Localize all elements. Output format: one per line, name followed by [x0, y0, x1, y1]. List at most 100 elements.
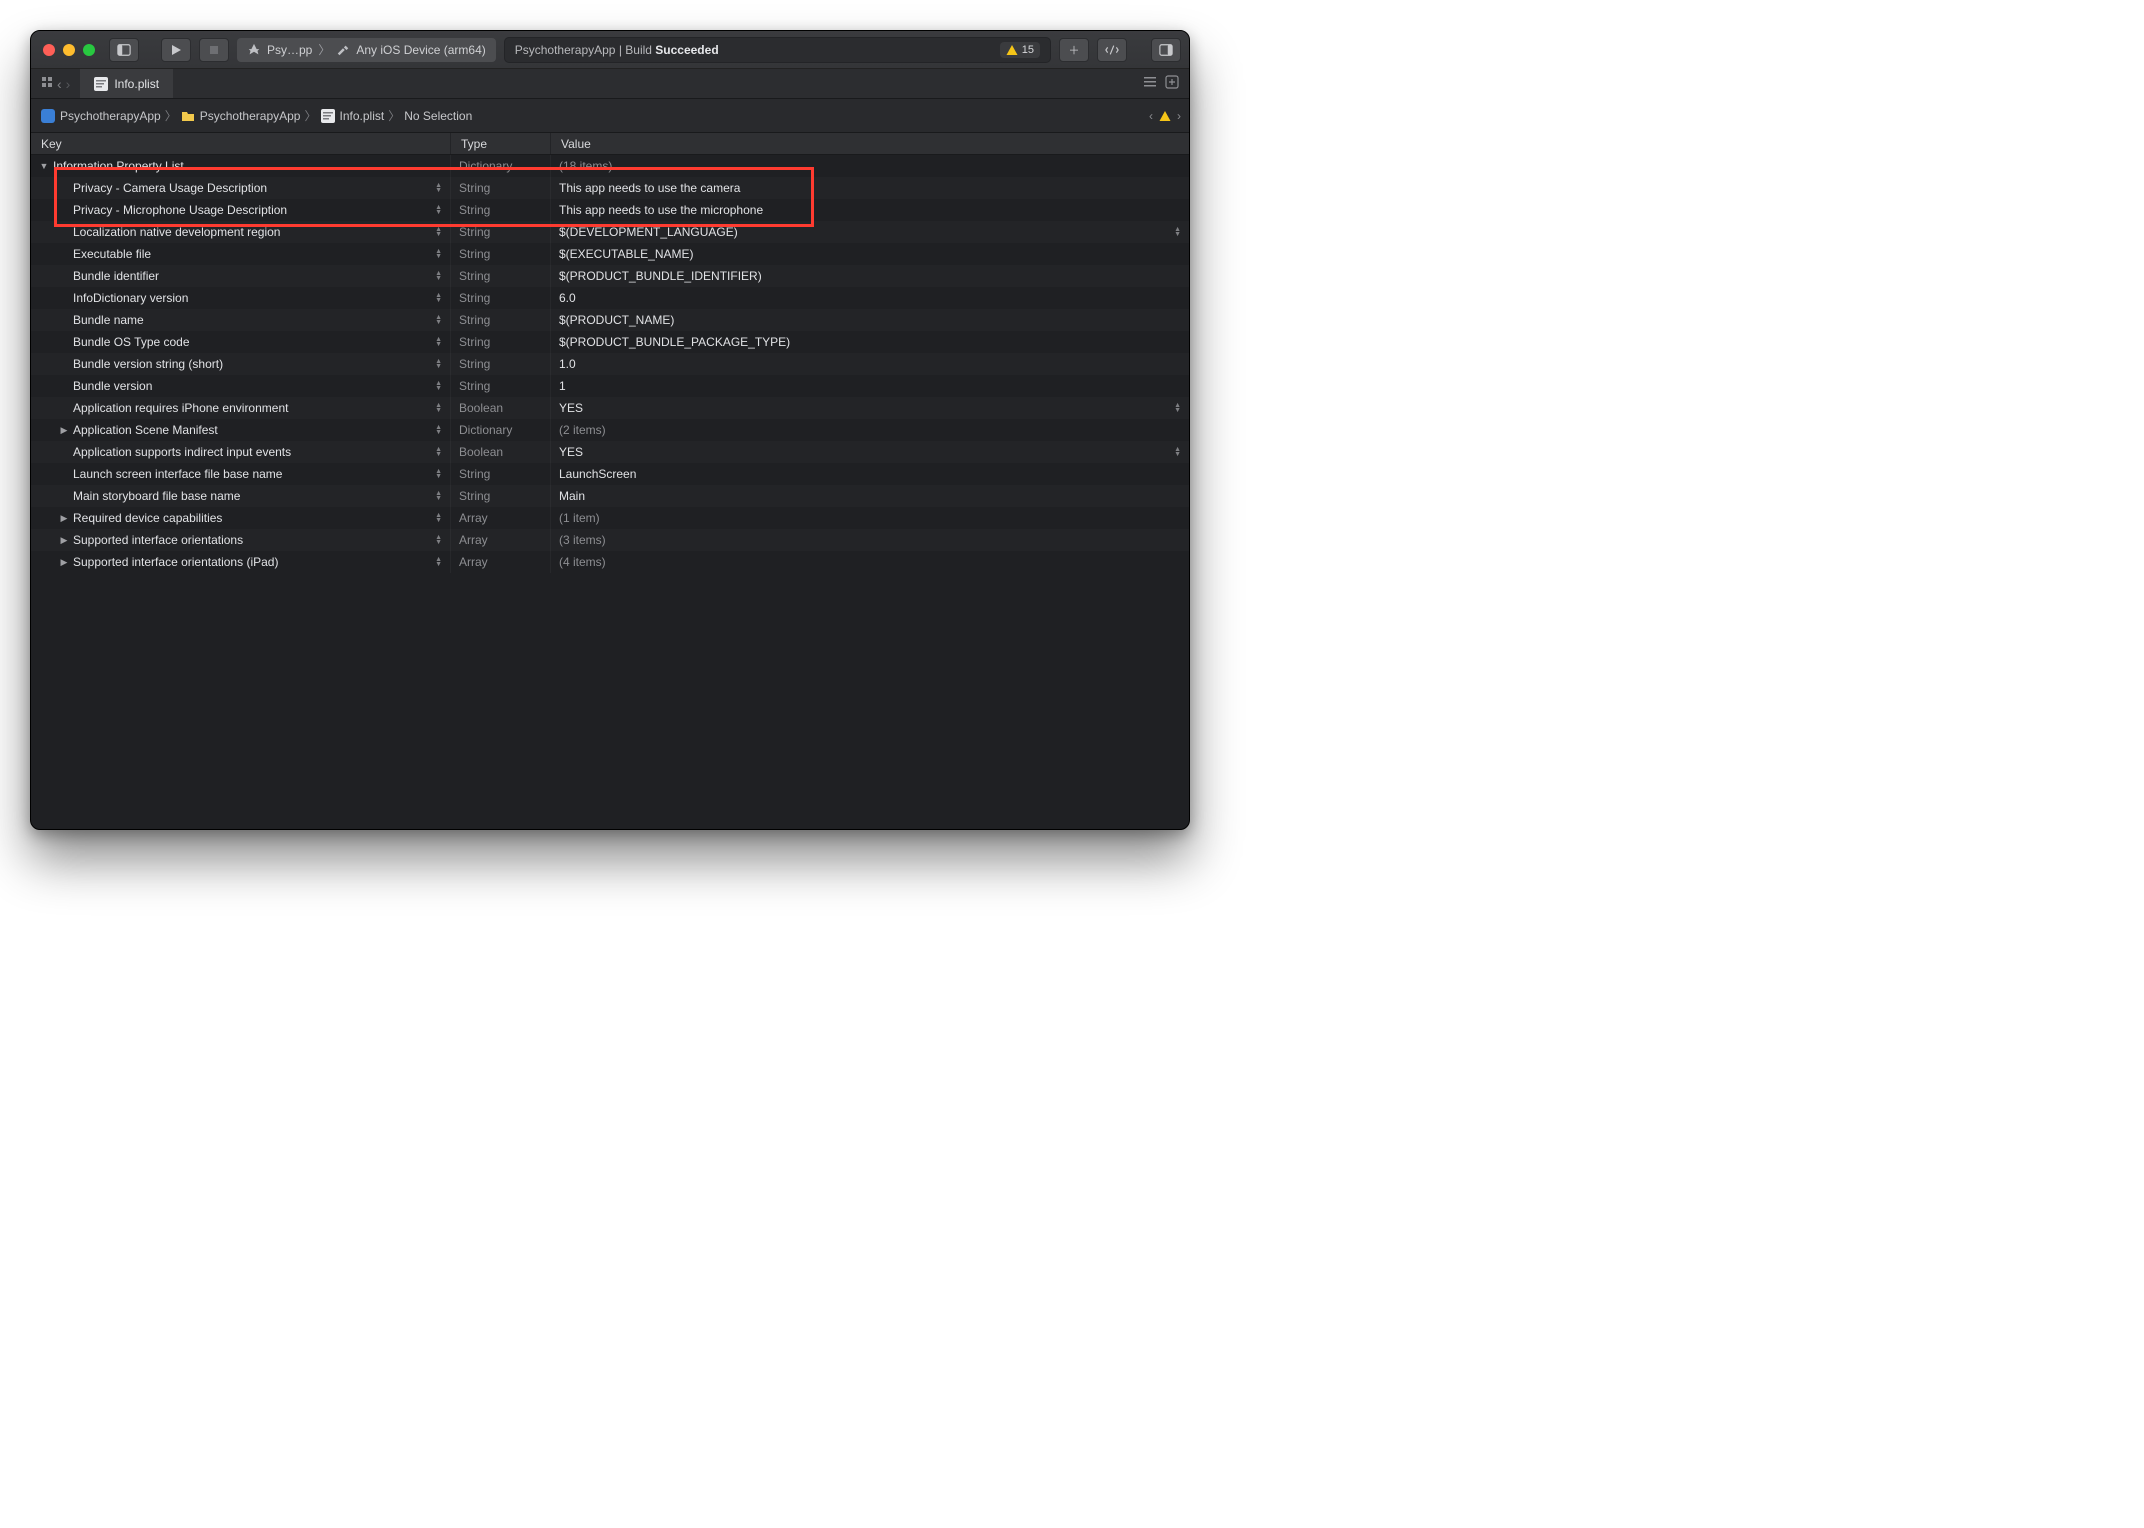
- plist-row[interactable]: Privacy - Camera Usage Description ▲▼ Stri…: [31, 177, 1189, 199]
- add-editor-button[interactable]: [1165, 75, 1179, 92]
- plist-row[interactable]: Bundle version string (short)▲▼String1.0: [31, 353, 1189, 375]
- plist-row[interactable]: Application supports indirect input even…: [31, 441, 1189, 463]
- minimize-window-button[interactable]: [63, 44, 75, 56]
- plist-row[interactable]: ▶ Supported interface orientations (iPad)…: [31, 551, 1189, 573]
- plist-row[interactable]: ▶Application Scene Manifest▲▼Dictionary(…: [31, 419, 1189, 441]
- plist-key[interactable]: Application requires iPhone environment: [73, 401, 288, 415]
- key-stepper[interactable]: ▲▼: [435, 491, 442, 501]
- plist-value[interactable]: $(DEVELOPMENT_LANGUAGE): [559, 225, 738, 239]
- key-stepper[interactable]: ▲▼: [435, 337, 442, 347]
- plist-type[interactable]: Array: [451, 529, 551, 551]
- plist-key[interactable]: Supported interface orientations (iPad): [73, 555, 278, 569]
- plist-value[interactable]: $(PRODUCT_BUNDLE_PACKAGE_TYPE): [559, 335, 790, 349]
- plist-type[interactable]: String: [451, 309, 551, 331]
- plist-type[interactable]: String: [451, 199, 551, 221]
- run-button[interactable]: [161, 38, 191, 62]
- key-stepper[interactable]: ▲▼: [435, 293, 442, 303]
- plist-row[interactable]: Executable file ▲▼ String $(EXECUTABLE_NAME…: [31, 243, 1189, 265]
- plist-key[interactable]: Localization native development region: [73, 225, 280, 239]
- plist-type[interactable]: String: [451, 265, 551, 287]
- plist-key[interactable]: Application Scene Manifest: [73, 423, 218, 437]
- editor-options-menu[interactable]: [1143, 75, 1157, 92]
- plist-row[interactable]: Application requires iPhone environment ▲…: [31, 397, 1189, 419]
- plist-value[interactable]: $(PRODUCT_NAME): [559, 313, 674, 327]
- disclosure-triangle[interactable]: ▶: [59, 557, 69, 568]
- plist-key[interactable]: Application supports indirect input even…: [73, 445, 291, 459]
- library-button[interactable]: ＋: [1059, 38, 1089, 62]
- plist-type[interactable]: String: [451, 485, 551, 507]
- scheme-selector[interactable]: Psy…pp 〉 Any iOS Device (arm64): [237, 38, 496, 62]
- key-stepper[interactable]: ▲▼: [435, 535, 442, 545]
- plist-value[interactable]: (3 items): [559, 533, 606, 547]
- value-stepper[interactable]: ▲▼: [1174, 403, 1181, 413]
- key-stepper[interactable]: ▲▼: [435, 183, 442, 193]
- stop-button[interactable]: [199, 38, 229, 62]
- plist-value[interactable]: 6.0: [559, 291, 576, 305]
- plist-type[interactable]: Array: [451, 551, 551, 573]
- zoom-window-button[interactable]: [83, 44, 95, 56]
- plist-type[interactable]: String: [451, 243, 551, 265]
- crumb-file[interactable]: Info.plist: [319, 109, 387, 123]
- plist-key[interactable]: Privacy - Camera Usage Description: [73, 181, 267, 195]
- code-review-button[interactable]: [1097, 38, 1127, 62]
- key-stepper[interactable]: ▲▼: [435, 359, 442, 369]
- plist-type[interactable]: String: [451, 177, 551, 199]
- plist-type[interactable]: String: [451, 221, 551, 243]
- key-stepper[interactable]: ▲▼: [435, 227, 442, 237]
- plist-value[interactable]: YES: [559, 401, 583, 415]
- plist-type[interactable]: String: [451, 331, 551, 353]
- plist-key[interactable]: InfoDictionary version: [73, 291, 188, 305]
- crumb-project[interactable]: PsychotherapyApp: [39, 109, 163, 123]
- key-stepper[interactable]: ▲▼: [435, 403, 442, 413]
- plist-type[interactable]: String: [451, 353, 551, 375]
- disclosure-triangle[interactable]: ▼: [39, 161, 49, 171]
- plist-row[interactable]: Bundle name▲▼String$(PRODUCT_NAME): [31, 309, 1189, 331]
- plist-row[interactable]: ▶ Supported interface orientations ▲▼ Array…: [31, 529, 1189, 551]
- disclosure-triangle[interactable]: ▶: [59, 425, 69, 436]
- key-stepper[interactable]: ▲▼: [435, 205, 442, 215]
- col-header-value[interactable]: Value: [551, 133, 1189, 154]
- plist-key[interactable]: Executable file: [73, 247, 151, 261]
- key-stepper[interactable]: ▲▼: [435, 249, 442, 259]
- plist-type[interactable]: Dictionary: [451, 419, 551, 441]
- plist-key[interactable]: Information Property List: [53, 159, 184, 173]
- key-stepper[interactable]: ▲▼: [435, 513, 442, 523]
- plist-value[interactable]: This app needs to use the camera: [559, 181, 740, 195]
- plist-key[interactable]: Bundle version: [73, 379, 152, 393]
- plist-value[interactable]: This app needs to use the microphone: [559, 203, 763, 217]
- warnings-chip[interactable]: 15: [1000, 42, 1040, 58]
- next-issue-button[interactable]: ›: [1177, 109, 1181, 123]
- plist-row[interactable]: Bundle OS Type code ▲▼ String $(PRODUCT_BUN…: [31, 331, 1189, 353]
- plist-row[interactable]: Privacy - Microphone Usage Description ▲▼…: [31, 199, 1189, 221]
- plist-type[interactable]: Boolean: [451, 441, 551, 463]
- key-stepper[interactable]: ▲▼: [435, 447, 442, 457]
- plist-row[interactable]: ▼Information Property ListDictionary(18 …: [31, 155, 1189, 177]
- toggle-left-panel-button[interactable]: [109, 38, 139, 62]
- plist-type[interactable]: String: [451, 375, 551, 397]
- plist-type[interactable]: String: [451, 287, 551, 309]
- plist-key[interactable]: Privacy - Microphone Usage Description: [73, 203, 287, 217]
- prev-issue-button[interactable]: ‹: [1149, 109, 1153, 123]
- plist-type[interactable]: Dictionary: [451, 155, 551, 177]
- plist-value[interactable]: Main: [559, 489, 585, 503]
- plist-value[interactable]: $(EXECUTABLE_NAME): [559, 247, 693, 261]
- plist-key[interactable]: Main storyboard file base name: [73, 489, 240, 503]
- plist-row[interactable]: Localization native development region ▲▼…: [31, 221, 1189, 243]
- plist-row[interactable]: Main storyboard file base name ▲▼ String Ma…: [31, 485, 1189, 507]
- tab-infoplist[interactable]: Info.plist: [80, 69, 173, 98]
- disclosure-triangle[interactable]: ▶: [59, 535, 69, 546]
- plist-row[interactable]: InfoDictionary version ▲▼ String 6.0: [31, 287, 1189, 309]
- col-header-key[interactable]: Key: [31, 133, 451, 154]
- plist-key[interactable]: Bundle version string (short): [73, 357, 223, 371]
- plist-key[interactable]: Launch screen interface file base name: [73, 467, 282, 481]
- plist-key[interactable]: Bundle OS Type code: [73, 335, 190, 349]
- close-window-button[interactable]: [43, 44, 55, 56]
- plist-key[interactable]: Required device capabilities: [73, 511, 222, 525]
- col-header-type[interactable]: Type: [451, 133, 551, 154]
- plist-value[interactable]: $(PRODUCT_BUNDLE_IDENTIFIER): [559, 269, 762, 283]
- plist-key[interactable]: Bundle name: [73, 313, 144, 327]
- plist-key[interactable]: Supported interface orientations: [73, 533, 243, 547]
- activity-view[interactable]: PsychotherapyApp | Build Succeeded 15: [504, 37, 1051, 63]
- plist-value[interactable]: 1: [559, 379, 566, 393]
- plist-type[interactable]: Boolean: [451, 397, 551, 419]
